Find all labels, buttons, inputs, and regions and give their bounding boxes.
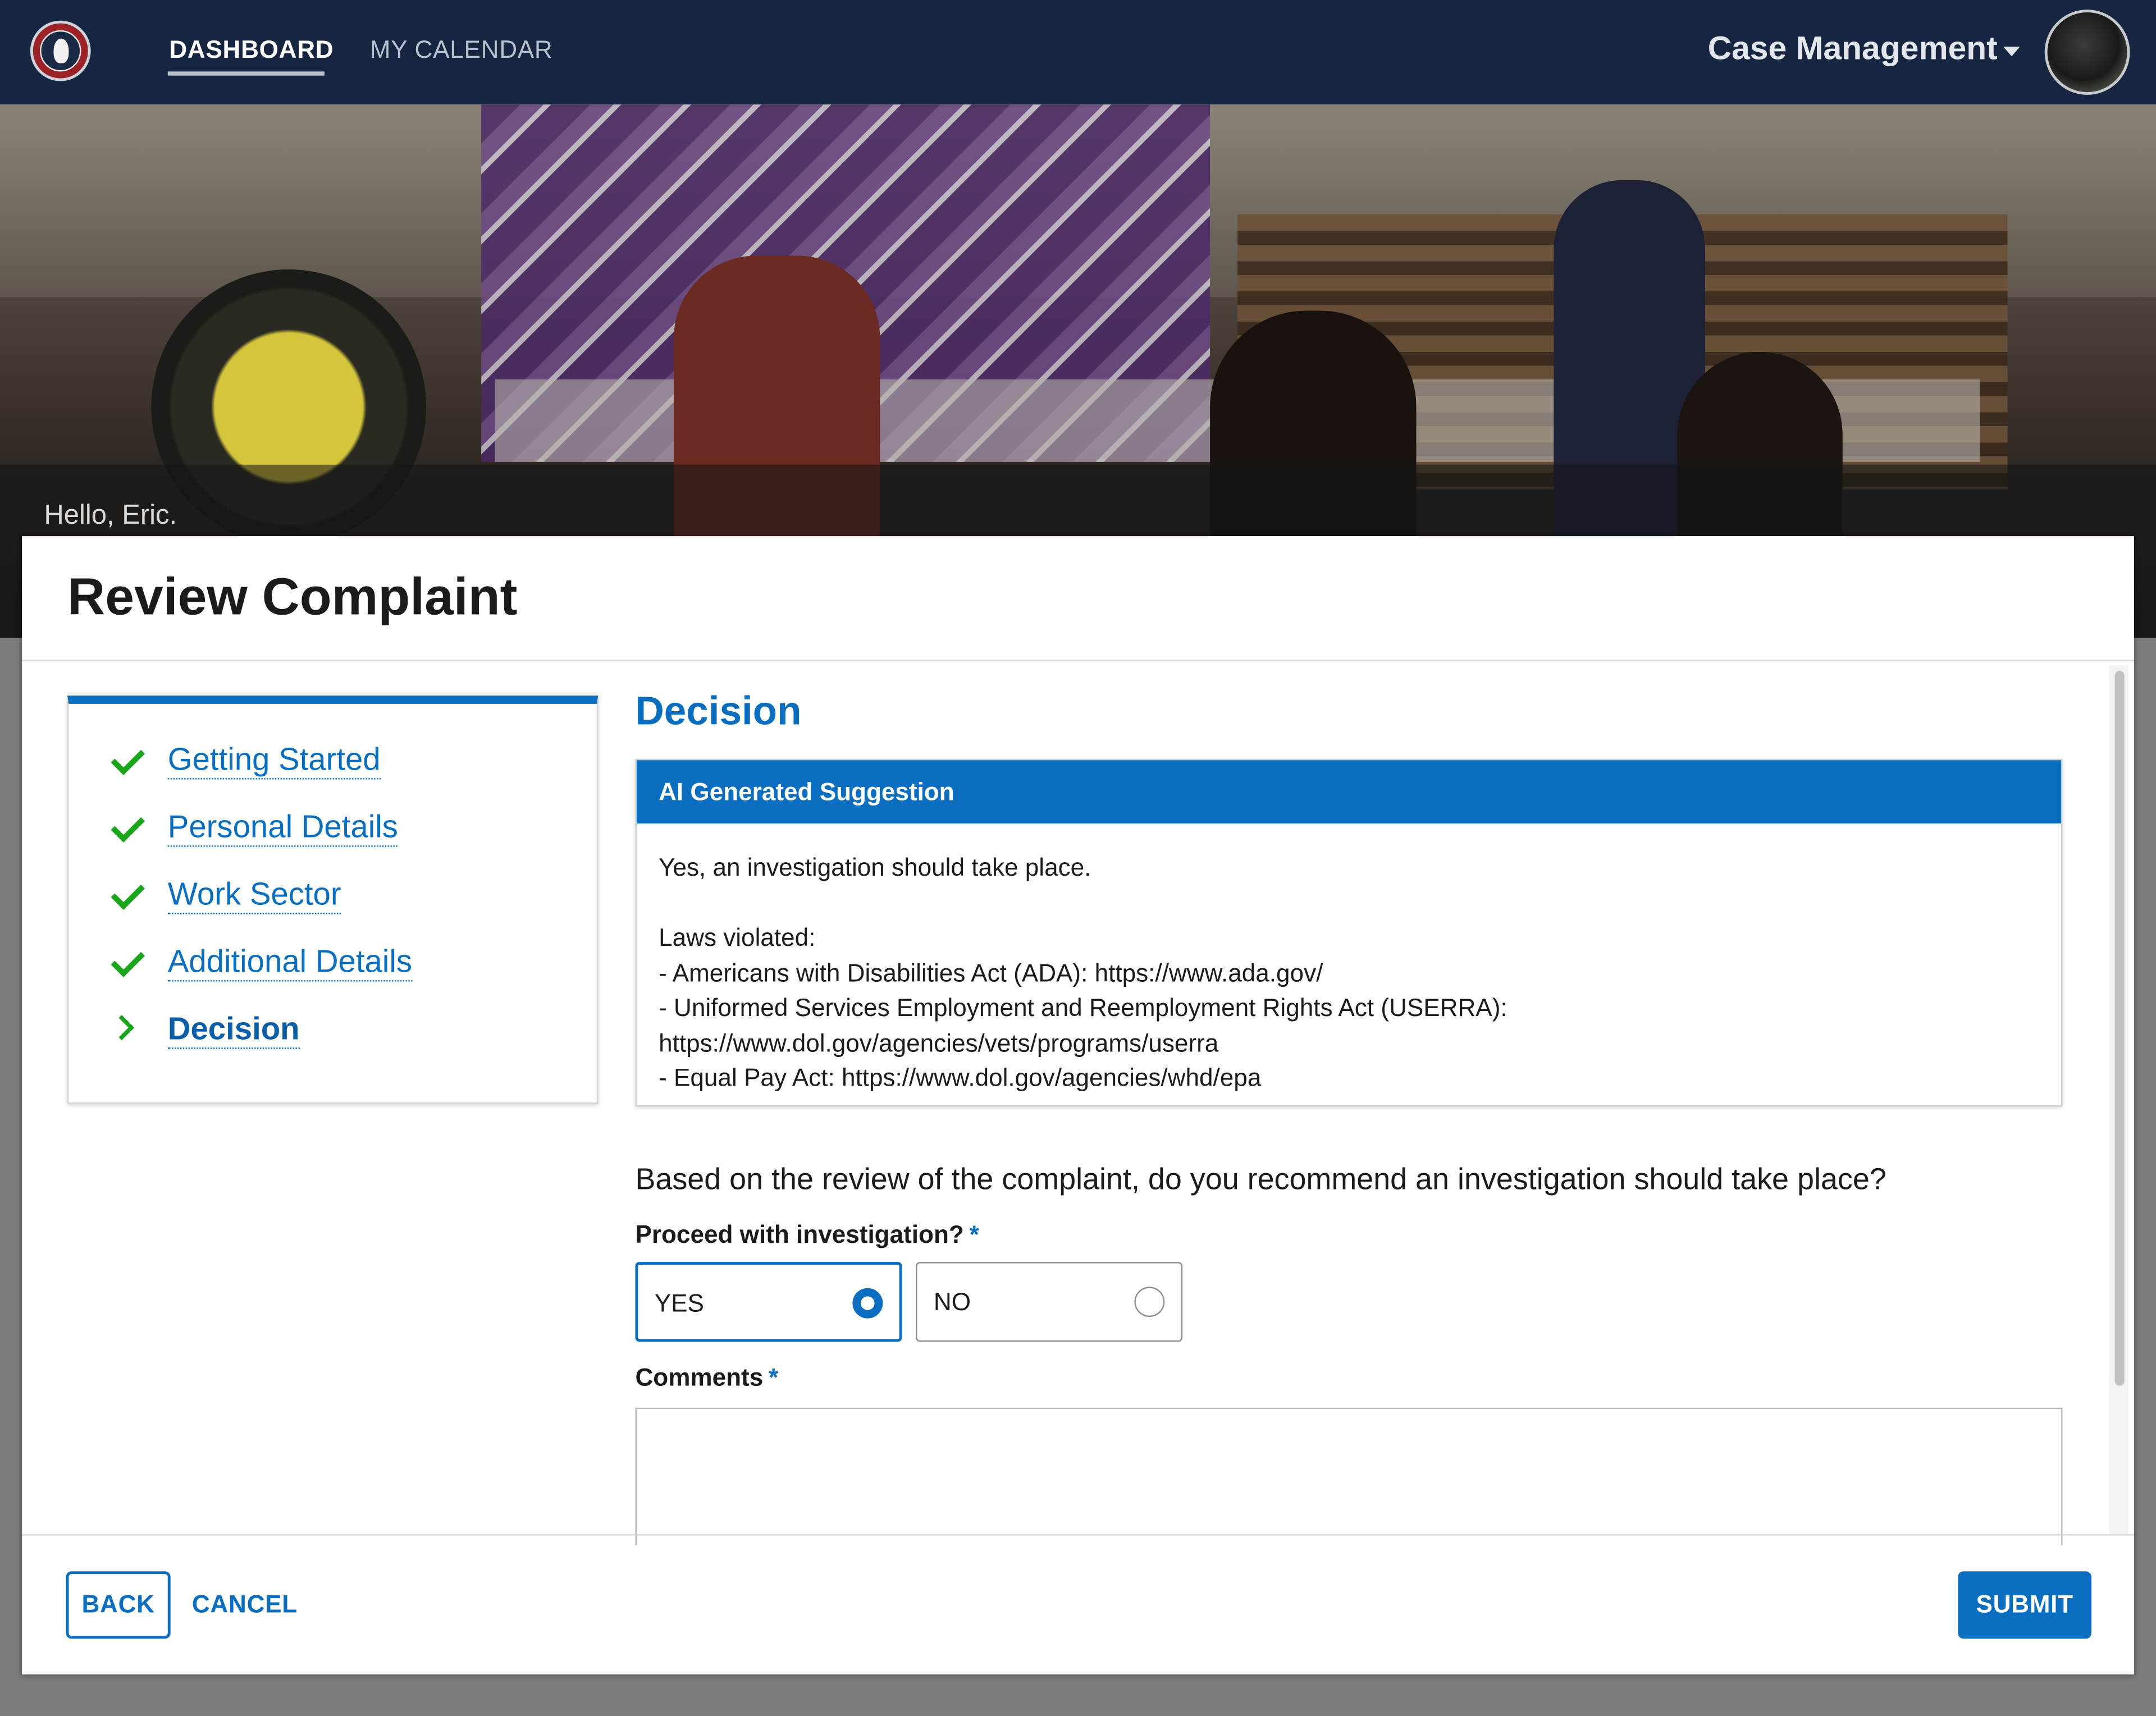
comments-label-text: Comments	[635, 1363, 764, 1392]
eagle-icon	[53, 38, 69, 63]
radio-icon[interactable]	[1134, 1287, 1165, 1317]
review-complaint-modal: Review Complaint Getting Started Persona…	[22, 536, 2134, 1674]
step-personal-details[interactable]: Personal Details	[110, 808, 578, 853]
submit-button[interactable]: SUBMIT	[1958, 1571, 2091, 1639]
chevron-right-icon	[109, 1015, 135, 1041]
step-additional-details[interactable]: Additional Details	[110, 943, 578, 988]
check-icon	[111, 741, 145, 775]
modal-title: Review Complaint	[67, 569, 518, 627]
required-marker: *	[969, 1220, 979, 1248]
agency-logo-icon[interactable]	[30, 20, 91, 81]
ai-suggestion-box: AI Generated Suggestion Yes, an investig…	[635, 758, 2063, 1107]
radio-yes-label: YES	[654, 1289, 704, 1317]
scrollbar-thumb[interactable]	[2114, 671, 2125, 1386]
nav-active-underline	[167, 71, 325, 76]
radio-yes[interactable]: YES	[635, 1262, 902, 1342]
section-heading: Decision	[635, 690, 802, 734]
proceed-label: Proceed with investigation? *	[635, 1221, 979, 1250]
check-icon	[111, 943, 145, 977]
nav-dashboard[interactable]: DASHBOARD	[169, 36, 334, 65]
top-nav: DASHBOARD MY CALENDAR Case Management	[0, 0, 2156, 105]
caret-down-icon[interactable]	[2003, 47, 2020, 57]
greeting: Hello, Eric.	[44, 500, 177, 531]
step-label[interactable]: Getting Started	[167, 740, 381, 780]
radio-icon[interactable]	[852, 1288, 883, 1319]
step-label[interactable]: Decision	[167, 1009, 300, 1049]
comments-textarea[interactable]	[635, 1407, 2063, 1545]
investigation-question: Based on the review of the complaint, do…	[635, 1161, 1886, 1196]
step-label[interactable]: Additional Details	[167, 942, 413, 982]
radio-no[interactable]: NO	[916, 1262, 1183, 1342]
step-navigator: Getting Started Personal Details Work Se…	[67, 695, 599, 1104]
step-label[interactable]: Work Sector	[167, 875, 341, 914]
check-icon	[111, 808, 145, 843]
ai-suggestion-body: Yes, an investigation should take place.…	[659, 853, 1508, 1092]
step-label[interactable]: Personal Details	[167, 807, 398, 847]
step-getting-started[interactable]: Getting Started	[110, 741, 578, 786]
check-icon	[111, 876, 145, 910]
app-menu-case-management[interactable]: Case Management	[1708, 30, 1998, 69]
content-scrollbar[interactable]	[2109, 665, 2129, 1535]
proceed-label-text: Proceed with investigation?	[635, 1220, 964, 1248]
nav-my-calendar[interactable]: MY CALENDAR	[370, 36, 553, 65]
footer-divider	[22, 1534, 2134, 1536]
required-marker: *	[769, 1363, 779, 1392]
comments-label: Comments *	[635, 1363, 778, 1392]
radio-no-label: NO	[933, 1288, 971, 1316]
user-avatar[interactable]	[2044, 10, 2130, 95]
app-root: DASHBOARD MY CALENDAR Case Management He…	[0, 0, 2156, 1716]
cancel-button[interactable]: CANCEL	[184, 1571, 305, 1639]
divider	[22, 660, 2134, 661]
back-button[interactable]: BACK	[66, 1571, 171, 1639]
ai-suggestion-title: AI Generated Suggestion	[636, 760, 2062, 823]
step-decision[interactable]: Decision	[109, 1010, 578, 1055]
logo-inner	[40, 30, 81, 72]
step-work-sector[interactable]: Work Sector	[110, 876, 578, 921]
